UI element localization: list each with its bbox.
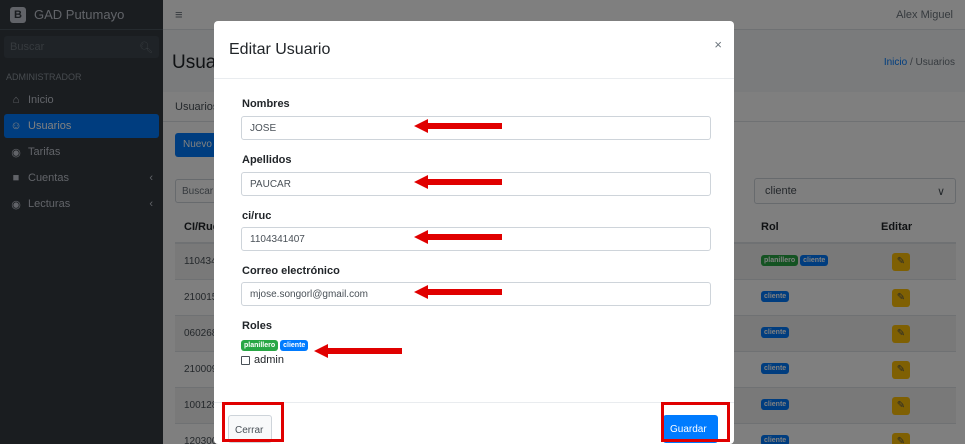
modal-title: Editar Usuario xyxy=(229,41,331,58)
ci-label: ci/ruc xyxy=(242,210,272,222)
nombres-label: Nombres xyxy=(242,98,290,110)
modal-header: Editar Usuario × xyxy=(214,21,734,79)
role-badge-planillero: planillero xyxy=(241,340,279,351)
annotation-box-close xyxy=(222,402,284,442)
admin-checkbox-row[interactable]: admin xyxy=(241,354,284,366)
roles-badges: planillero cliente xyxy=(241,340,309,351)
apellidos-label: Apellidos xyxy=(242,154,292,166)
annotation-arrow-nombres xyxy=(414,119,502,133)
annotation-arrow-email xyxy=(414,285,502,299)
annotation-arrow-ci xyxy=(414,230,502,244)
annotation-arrow-apellidos xyxy=(414,175,502,189)
edit-user-modal: Editar Usuario × Nombres JOSE Apellidos … xyxy=(214,21,734,444)
role-badge-cliente: cliente xyxy=(280,340,309,351)
close-icon[interactable]: × xyxy=(714,37,722,52)
annotation-arrow-roles xyxy=(314,344,402,358)
admin-checkbox[interactable] xyxy=(241,355,250,365)
modal-footer: Cerrar Guardar xyxy=(214,402,734,444)
admin-checkbox-label: admin xyxy=(254,354,284,366)
annotation-box-save xyxy=(661,402,730,442)
email-label: Correo electrónico xyxy=(242,265,340,277)
roles-label: Roles xyxy=(242,320,272,332)
